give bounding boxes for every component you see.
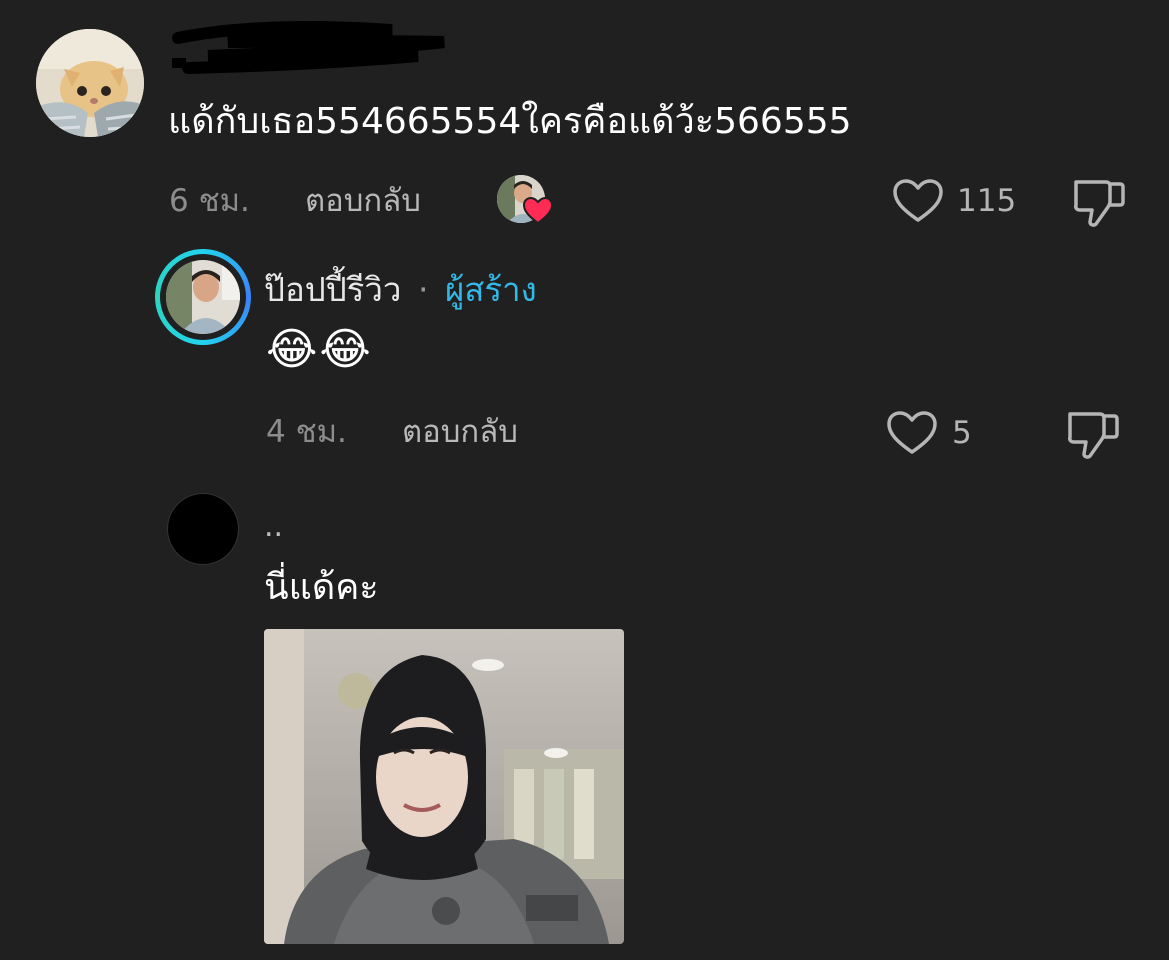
reply-2-text: นี่แด้คะ (264, 567, 379, 608)
comment-avatar[interactable] (36, 29, 144, 137)
comment-like-button[interactable]: 115 (892, 176, 1016, 224)
creator-avatar (166, 260, 240, 334)
reply-1-text: 😂😂 (266, 324, 373, 375)
reply-1-like-count: 5 (952, 415, 972, 451)
reply-1-like-button[interactable]: 5 (886, 408, 976, 456)
reply-1-reply-button[interactable]: ตอบกลับ (402, 414, 518, 450)
heart-outline-icon (893, 179, 943, 222)
comment-time: 6 ชม. (169, 183, 250, 219)
reply-2-avatar[interactable] (168, 494, 238, 564)
heart-outline-icon (887, 411, 937, 454)
reply-2-username[interactable]: .. (264, 510, 283, 544)
comment-like-count: 115 (957, 183, 1017, 219)
reply-2-image[interactable] (264, 629, 624, 944)
thumbs-down-icon (1074, 180, 1125, 227)
creator-tag: ผู้สร้าง (444, 270, 537, 309)
reply-1-username[interactable]: ป๊อปปี้รีวิว (264, 270, 401, 309)
reply-1-time: 4 ชม. (266, 414, 347, 450)
comment-text: แด้กับเธอ554665554ใครคือแด้ว้ะ566555 (168, 101, 852, 142)
comment-dislike-button[interactable] (1072, 176, 1126, 228)
thumbs-down-icon (1068, 412, 1119, 459)
redacted-username (168, 20, 453, 78)
heart-filled-icon (523, 197, 553, 225)
creator-liked-badge (497, 175, 557, 227)
creator-photo-icon (166, 260, 240, 334)
redaction-scribble-icon (172, 21, 445, 74)
cat-photo-icon (36, 29, 144, 137)
reply-1-header: ป๊อปปี้รีวิว · ผู้สร้าง (264, 270, 537, 310)
reply-1-dislike-button[interactable] (1066, 408, 1120, 460)
reply-1-separator: · (417, 270, 429, 309)
creator-avatar-ring[interactable] (155, 249, 251, 345)
person-balaclava-photo-icon (264, 629, 624, 944)
comment-reply-button[interactable]: ตอบกลับ (305, 183, 421, 219)
